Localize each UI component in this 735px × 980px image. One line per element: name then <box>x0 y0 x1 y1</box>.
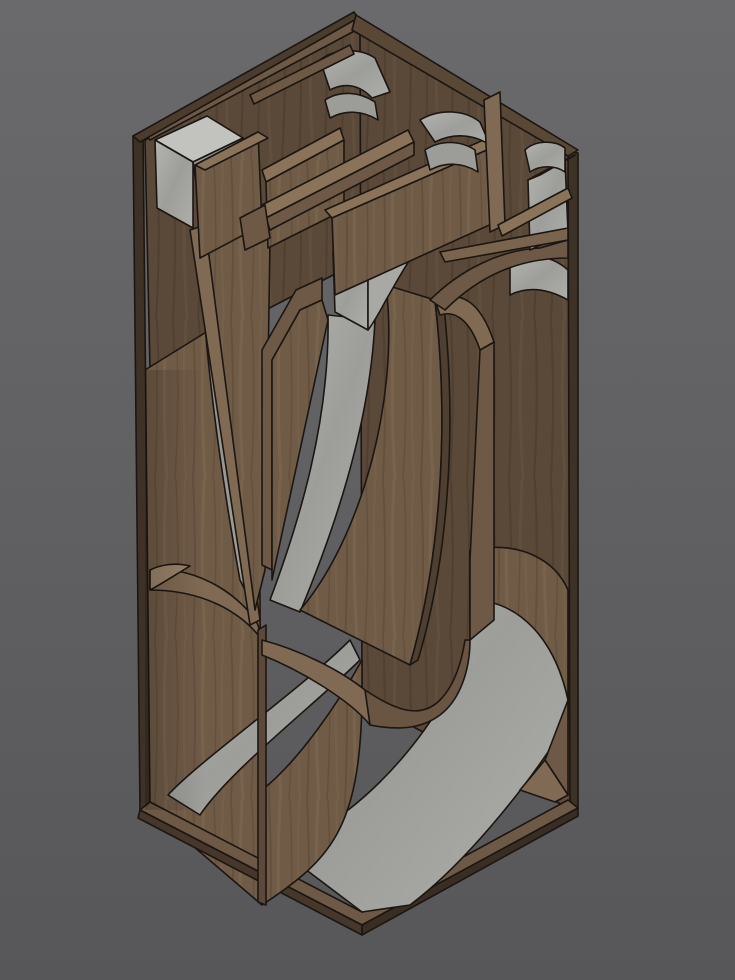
vertical-divider-lower <box>257 624 267 906</box>
interior-shadow-overlay <box>145 370 205 810</box>
cabinet-render <box>0 0 735 980</box>
cad-viewport[interactable] <box>0 0 735 980</box>
horn-throat-concrete-3 <box>524 141 566 173</box>
cabinet-right-side-panel-edge <box>567 149 579 813</box>
